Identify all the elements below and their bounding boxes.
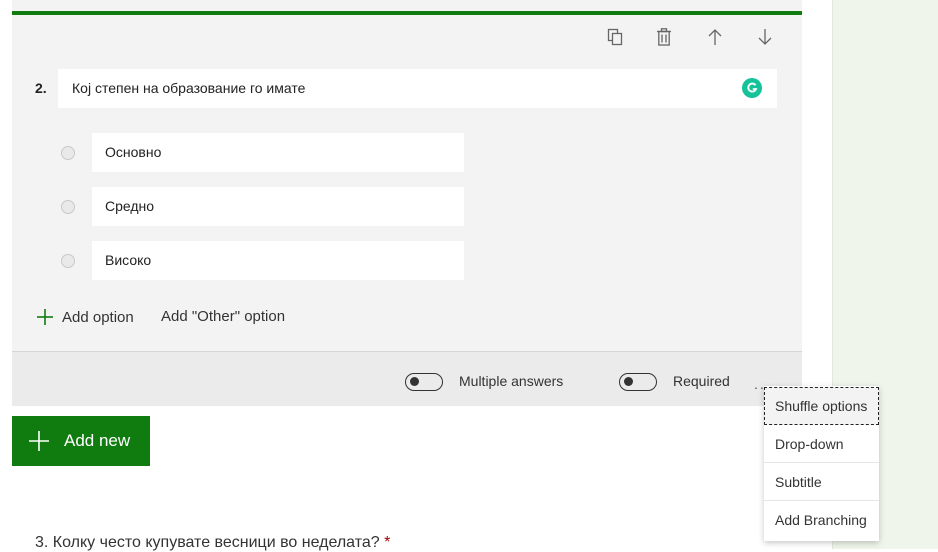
next-question-title[interactable]: 3. Колку често купувате весници во недел…: [35, 534, 390, 552]
option-input-1[interactable]: Основно: [92, 133, 464, 172]
required-label: Required: [673, 373, 730, 389]
add-new-button[interactable]: Add new: [12, 416, 150, 466]
card-accent-bar: [12, 11, 802, 15]
option-radio-3[interactable]: [61, 254, 75, 268]
multiple-answers-toggle[interactable]: [405, 373, 443, 391]
option-radio-2[interactable]: [61, 200, 75, 214]
menu-item-subtitle[interactable]: Subtitle: [764, 463, 879, 501]
required-mark: *: [384, 534, 391, 551]
option-input-3[interactable]: Високо: [92, 241, 464, 280]
question-card[interactable]: 2. Кој степен на образование го имате Ос…: [12, 0, 802, 406]
question-title-input[interactable]: Кој степен на образование го имате: [58, 69, 777, 108]
more-options-menu: Shuffle options Drop-down Subtitle Add B…: [764, 386, 879, 541]
question-footer: Multiple answers Required: [12, 352, 802, 406]
option-input-2[interactable]: Средно: [92, 187, 464, 226]
next-question-text: 3. Колку често купувате весници во недел…: [35, 534, 380, 551]
option-radio-1[interactable]: [61, 146, 75, 160]
plus-icon: [28, 430, 50, 452]
add-option-label: Add option: [62, 308, 134, 326]
menu-item-shuffle-options[interactable]: Shuffle options: [764, 387, 879, 425]
plus-icon: [36, 308, 54, 326]
grammarly-icon[interactable]: [742, 78, 762, 98]
multiple-answers-label: Multiple answers: [459, 373, 564, 389]
required-toggle[interactable]: [619, 373, 657, 391]
add-new-label: Add new: [64, 431, 131, 450]
add-option-button[interactable]: Add option: [36, 306, 134, 328]
move-up-icon[interactable]: [704, 26, 726, 48]
menu-item-add-branching[interactable]: Add Branching: [764, 501, 879, 539]
add-other-option-button[interactable]: Add "Other" option: [161, 306, 285, 328]
menu-item-drop-down[interactable]: Drop-down: [764, 425, 879, 463]
copy-icon[interactable]: [604, 26, 626, 48]
delete-icon[interactable]: [653, 26, 675, 48]
move-down-icon[interactable]: [754, 26, 776, 48]
question-number: 2.: [35, 80, 47, 96]
